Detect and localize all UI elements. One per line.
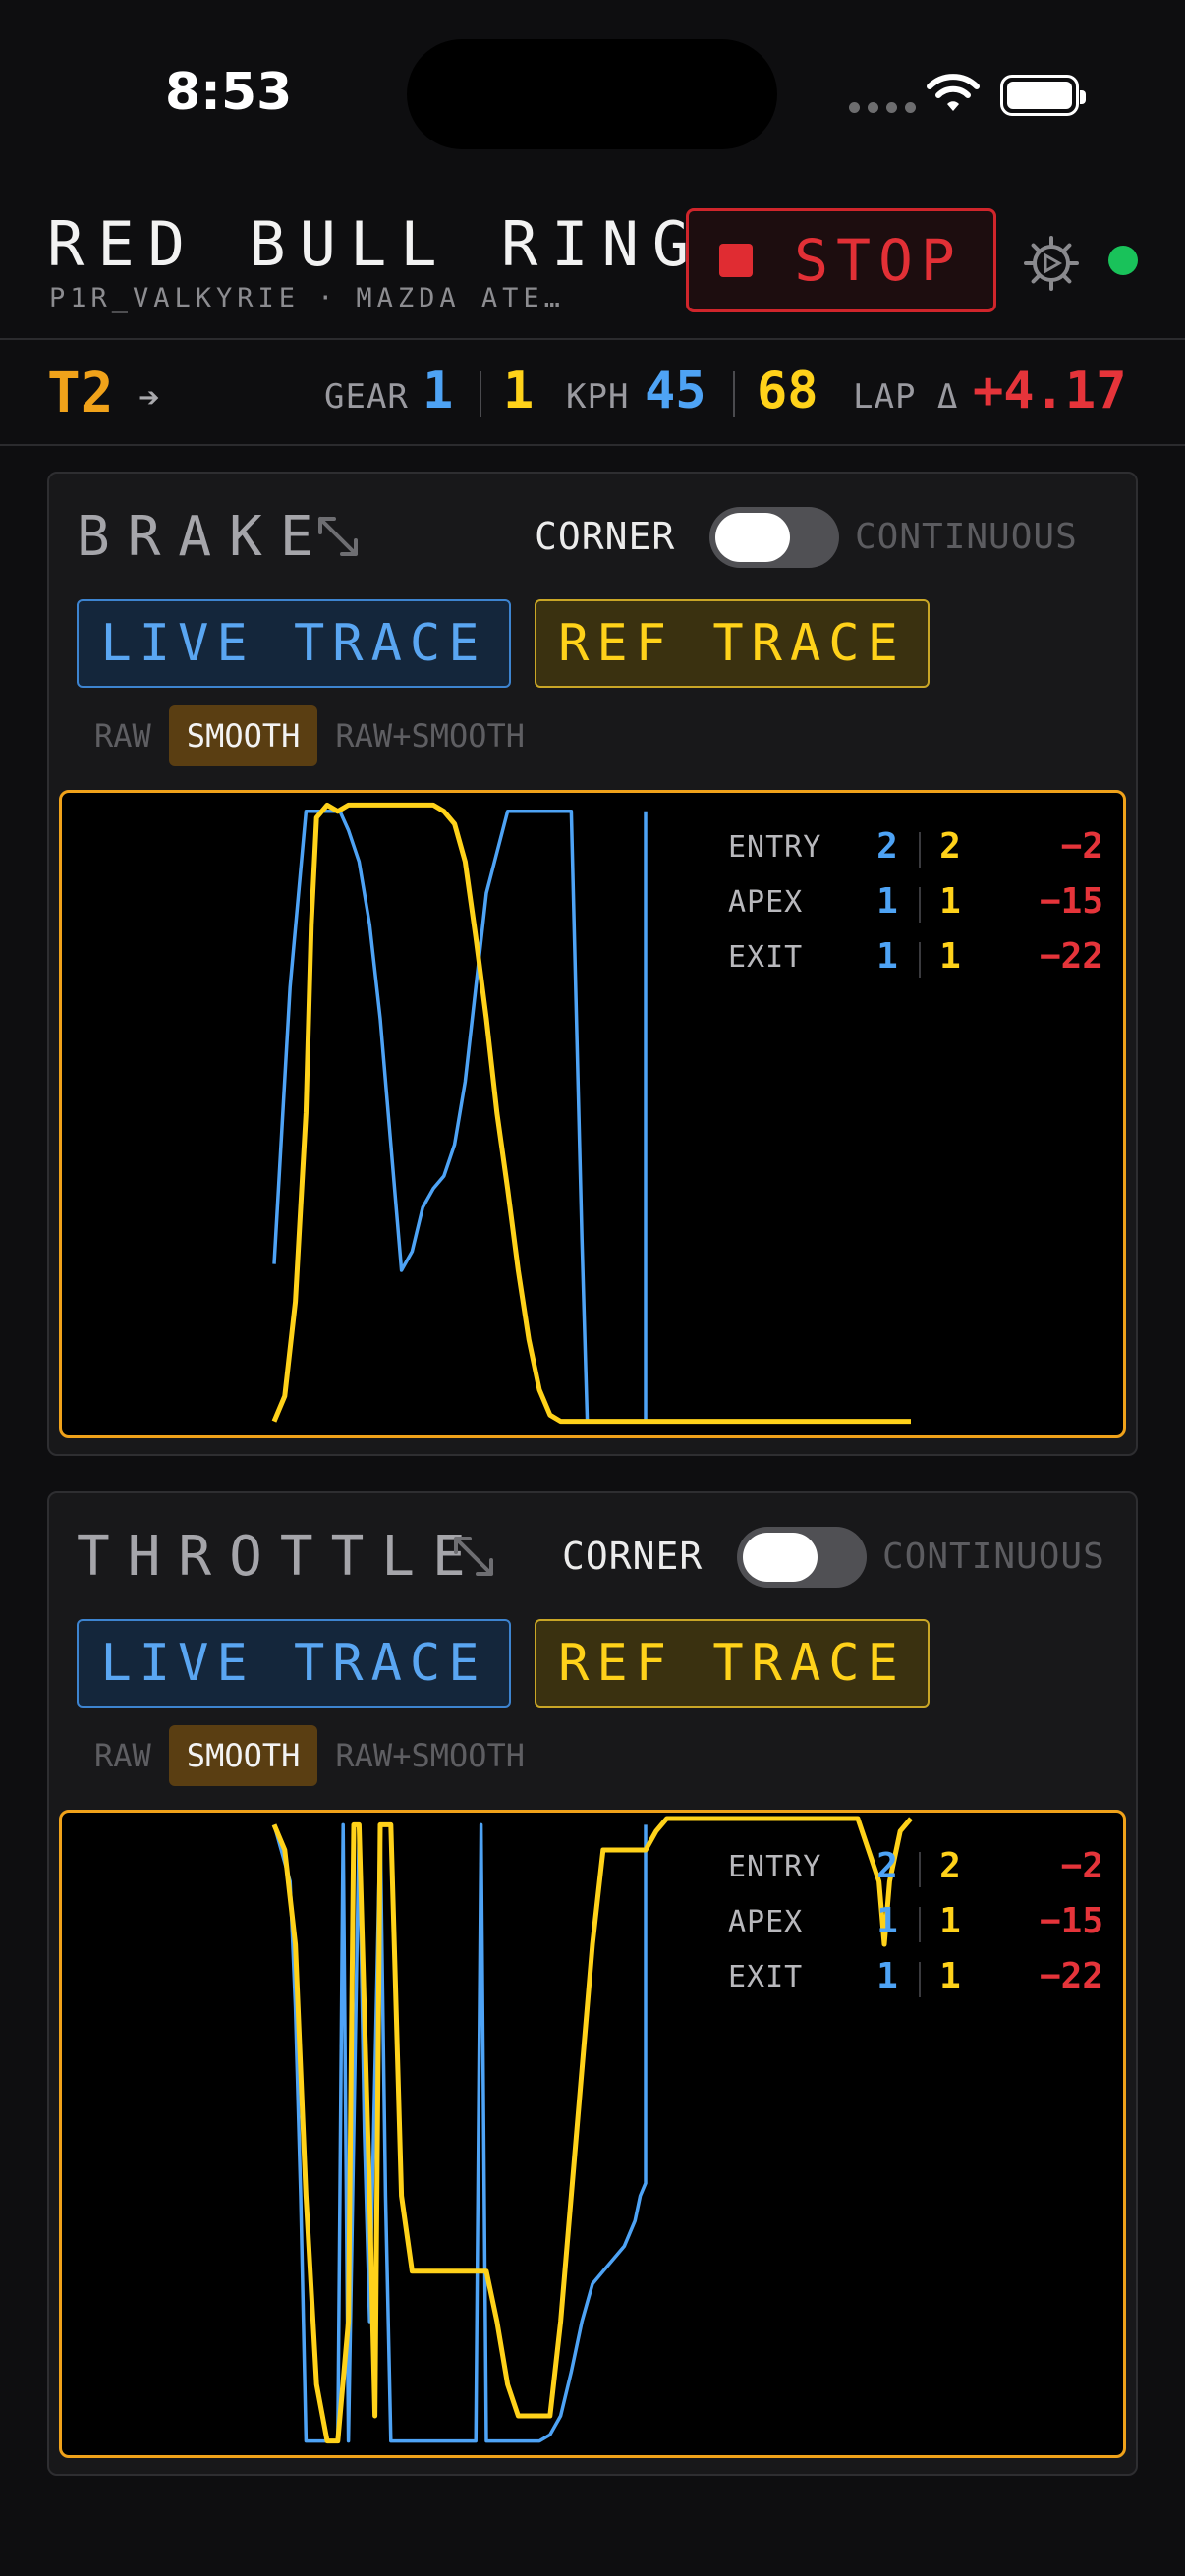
smoothing-selector: RAW SMOOTH RAW+SMOOTH xyxy=(77,1725,542,1786)
mode-corner-label: CORNER xyxy=(562,1535,704,1578)
summary-ref: 1 xyxy=(939,881,961,922)
session-subtitle: P1R_VALKYRIE · MAZDA ATE… xyxy=(49,283,565,313)
battery-icon xyxy=(1000,75,1086,116)
gear-label: GEAR xyxy=(324,377,409,417)
summary-ref: 1 xyxy=(939,936,961,977)
dynamic-island xyxy=(407,39,777,149)
divider xyxy=(480,371,481,417)
summary-name: EXIT xyxy=(728,940,804,975)
summary-name: EXIT xyxy=(728,1960,804,1994)
summary-ref: 1 xyxy=(939,1956,961,1996)
summary-delta: −2 xyxy=(1060,826,1103,867)
lap-delta-label: LAP Δ xyxy=(853,377,959,417)
brake-panel: BRAKE CORNER CONTINUOUS LIVE TRACE REF T… xyxy=(47,472,1138,1456)
throttle-trace-chart[interactable]: ENTRY 2 2 −2 APEX 1 1 −15 EXIT 1 1 −22 xyxy=(59,1810,1126,2458)
corner-summary-table: ENTRY 2 2 −2 APEX 1 1 −15 EXIT 1 1 −22 xyxy=(722,822,1115,987)
summary-live: 2 xyxy=(876,826,898,867)
ref-trace-button[interactable]: REF TRACE xyxy=(535,599,930,688)
smoothing-option-raw[interactable]: RAW xyxy=(77,705,169,766)
telemetry-strip: T2 ➔ GEAR 1 1 KPH 45 68 LAP Δ +4.17 xyxy=(0,342,1185,446)
arrow-right-icon: ➔ xyxy=(138,375,160,419)
summary-live: 2 xyxy=(876,1846,898,1886)
gear-live-value: 1 xyxy=(423,362,454,420)
current-turn: T2 xyxy=(47,362,114,425)
subtitle-separator: · xyxy=(317,283,339,313)
stop-button[interactable]: STOP xyxy=(686,208,996,312)
throttle-panel: THROTTLE CORNER CONTINUOUS LIVE TRACE RE… xyxy=(47,1491,1138,2476)
mode-continuous-label: CONTINUOUS xyxy=(882,1537,1105,1577)
live-trace-line xyxy=(272,1822,648,2443)
summary-row-apex: APEX 1 1 −15 xyxy=(722,1897,1115,1952)
kph-label: KPH xyxy=(566,377,630,417)
summary-live: 1 xyxy=(876,1956,898,1996)
summary-delta: −22 xyxy=(1039,936,1103,977)
status-bar: 8:53 xyxy=(0,0,1185,187)
panel-title: BRAKE xyxy=(77,505,331,569)
status-clock: 8:53 xyxy=(165,63,293,122)
live-trace-line xyxy=(272,810,648,1424)
smoothing-option-raw-smooth[interactable]: RAW+SMOOTH xyxy=(317,1725,542,1786)
ref-trace-button[interactable]: REF TRACE xyxy=(535,1619,930,1708)
smoothing-option-raw[interactable]: RAW xyxy=(77,1725,169,1786)
expand-icon[interactable] xyxy=(312,511,364,562)
summary-row-apex: APEX 1 1 −15 xyxy=(722,877,1115,932)
gear-ref-value: 1 xyxy=(503,362,535,420)
mode-continuous-label: CONTINUOUS xyxy=(855,517,1078,557)
summary-ref: 2 xyxy=(939,1846,961,1886)
summary-live: 1 xyxy=(876,1901,898,1941)
kph-ref-value: 68 xyxy=(757,362,818,420)
session-header: RED BULL RING P1R_VALKYRIE · MAZDA ATE… ST… xyxy=(0,196,1185,340)
live-trace-button[interactable]: LIVE TRACE xyxy=(77,1619,511,1708)
summary-delta: −22 xyxy=(1039,1956,1103,1996)
smoothing-option-raw-smooth[interactable]: RAW+SMOOTH xyxy=(317,705,542,766)
corner-continuous-toggle[interactable] xyxy=(737,1527,867,1588)
smoothing-option-smooth[interactable]: SMOOTH xyxy=(168,1725,318,1786)
expand-icon[interactable] xyxy=(448,1531,499,1582)
summary-row-entry: ENTRY 2 2 −2 xyxy=(722,1842,1115,1897)
stop-label: STOP xyxy=(794,227,963,294)
brake-trace-chart[interactable]: ENTRY 2 2 −2 APEX 1 1 −15 EXIT 1 1 −22 xyxy=(59,790,1126,1438)
summary-row-exit: EXIT 1 1 −22 xyxy=(722,932,1115,987)
summary-name: ENTRY xyxy=(728,1850,822,1884)
summary-delta: −15 xyxy=(1039,1901,1103,1941)
track-title: RED BULL RING xyxy=(47,208,704,280)
mode-corner-label: CORNER xyxy=(535,515,676,558)
corner-summary-table: ENTRY 2 2 −2 APEX 1 1 −15 EXIT 1 1 −22 xyxy=(722,1842,1115,2007)
summary-name: APEX xyxy=(728,885,804,920)
summary-name: ENTRY xyxy=(728,830,822,865)
summary-delta: −15 xyxy=(1039,881,1103,922)
gear-icon[interactable] xyxy=(1022,234,1081,293)
connection-status-indicator xyxy=(1108,246,1138,275)
corner-continuous-toggle[interactable] xyxy=(709,507,839,568)
lap-delta-value: +4.17 xyxy=(973,362,1127,420)
wifi-icon xyxy=(927,74,980,111)
smoothing-option-smooth[interactable]: SMOOTH xyxy=(168,705,318,766)
kph-live-value: 45 xyxy=(645,362,706,420)
summary-name: APEX xyxy=(728,1905,804,1939)
live-trace-button[interactable]: LIVE TRACE xyxy=(77,599,511,688)
panel-title: THROTTLE xyxy=(77,1525,483,1589)
summary-ref: 1 xyxy=(939,1901,961,1941)
summary-row-exit: EXIT 1 1 −22 xyxy=(722,1952,1115,2007)
summary-live: 1 xyxy=(876,936,898,977)
summary-live: 1 xyxy=(876,881,898,922)
divider xyxy=(733,371,735,417)
summary-row-entry: ENTRY 2 2 −2 xyxy=(722,822,1115,877)
summary-ref: 2 xyxy=(939,826,961,867)
summary-delta: −2 xyxy=(1060,1846,1103,1886)
stop-icon xyxy=(719,244,754,277)
driver-name: P1R_VALKYRIE xyxy=(49,283,301,313)
car-name: MAZDA ATE… xyxy=(356,283,565,313)
smoothing-selector: RAW SMOOTH RAW+SMOOTH xyxy=(77,705,542,766)
cellular-signal-icon xyxy=(849,102,916,113)
